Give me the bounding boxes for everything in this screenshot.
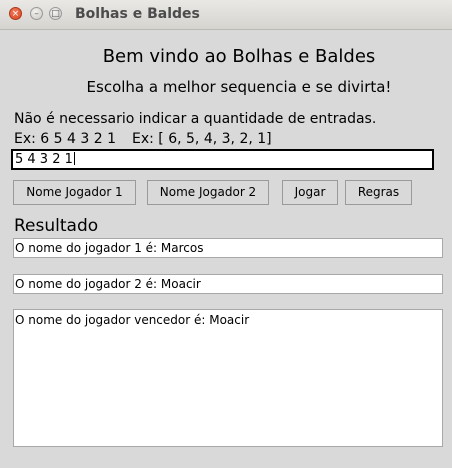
winner-result-textarea[interactable]: O nome do jogador vencedor é: Moacir: [13, 309, 443, 447]
example-plain: Ex: 6 5 4 3 2 1: [14, 131, 116, 147]
player1-result-field[interactable]: O nome do jogador 1 é: Marcos: [13, 238, 443, 258]
player2-result-field[interactable]: O nome do jogador 2 é: Moacir: [13, 274, 443, 294]
sequence-input-value: 5 4 3 2 1: [15, 152, 73, 167]
player1-name-button[interactable]: Nome Jogador 1: [13, 180, 136, 205]
instructions-text: Não é necessario indicar a quantidade de…: [14, 111, 377, 127]
play-button[interactable]: Jogar: [282, 180, 338, 205]
maximize-icon[interactable]: □: [49, 7, 62, 20]
rules-button[interactable]: Regras: [345, 180, 412, 205]
example-list: Ex: [ 6, 5, 4, 3, 2, 1]: [132, 131, 272, 147]
window-title: Bolhas e Baldes: [75, 6, 200, 22]
minimize-icon[interactable]: –: [30, 7, 43, 20]
result-heading: Resultado: [14, 216, 99, 236]
title-bar: × – □ Bolhas e Baldes: [0, 0, 452, 30]
text-cursor: [73, 152, 75, 165]
sequence-input[interactable]: 5 4 3 2 1: [11, 149, 434, 170]
player2-name-button[interactable]: Nome Jogador 2: [147, 180, 269, 205]
subtitle: Escolha a melhor sequencia e se divirta!: [86, 78, 392, 96]
welcome-heading: Bem vindo ao Bolhas e Baldes: [102, 46, 376, 67]
close-icon[interactable]: ×: [9, 7, 22, 20]
